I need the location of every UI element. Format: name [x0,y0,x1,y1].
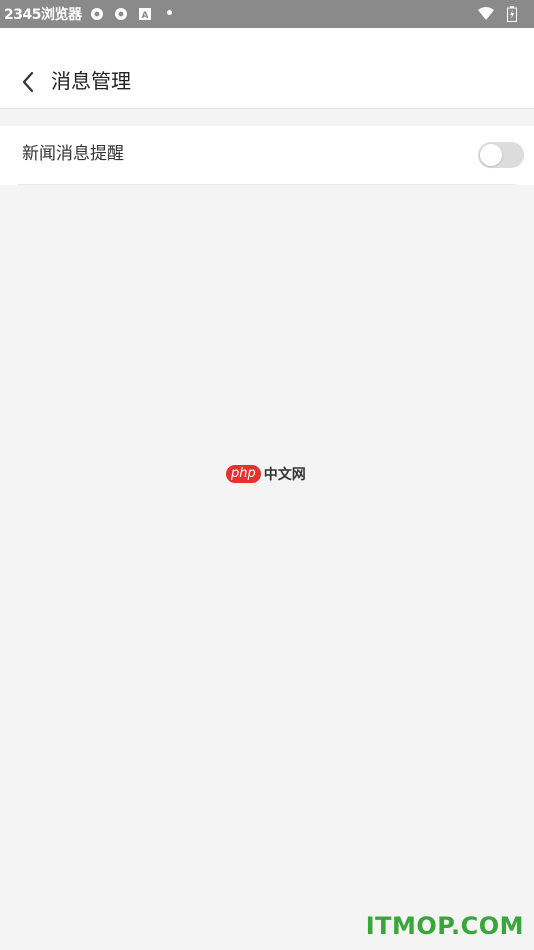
status-app-title: 2345浏览器 [4,7,82,23]
status-right [478,0,520,28]
app-header: 消息管理 [0,28,534,109]
wifi-icon [478,6,494,22]
battery-icon [504,6,520,22]
chevron-left-icon [22,71,34,93]
settings-icon [113,6,129,22]
php-watermark: php 中文网 [226,464,306,484]
php-logo: php [226,465,261,483]
php-watermark-text: 中文网 [263,467,306,483]
setting-label: 新闻消息提醒 [22,144,124,164]
a-box-icon: A [137,6,153,22]
svg-text:A: A [142,11,149,20]
news-notification-toggle[interactable] [478,142,524,168]
status-left: 2345浏览器 A • [4,0,177,28]
itmop-watermark: ITMOP.COM [365,912,524,940]
toggle-knob [480,144,502,166]
settings-icon [89,6,105,22]
page-title: 消息管理 [51,69,131,93]
status-bar: 2345浏览器 A • [0,0,534,28]
settings-list: 新闻消息提醒 [0,126,534,185]
setting-row-news-notification: 新闻消息提醒 [17,126,524,185]
back-button[interactable] [14,68,42,96]
dot-icon: • [164,6,174,22]
